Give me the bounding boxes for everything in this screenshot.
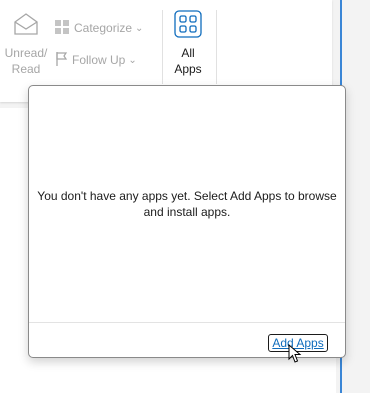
all-apps-button[interactable]: All Apps xyxy=(168,10,208,80)
unread-read-button[interactable]: Unread/ Read xyxy=(0,12,52,80)
envelope-icon xyxy=(12,13,40,40)
follow-up-label: Follow Up xyxy=(72,53,126,67)
ribbon-divider xyxy=(216,10,217,84)
apps-popup: You don't have any apps yet. Select Add … xyxy=(28,85,346,358)
categorize-label: Categorize xyxy=(74,21,133,35)
chevron-down-icon: ⌄ xyxy=(128,54,137,66)
categorize-button[interactable]: Categorize ⌄ xyxy=(54,18,143,38)
flag-icon xyxy=(54,51,72,70)
unread-read-label: Unread/ Read xyxy=(4,46,48,76)
apps-grid-icon xyxy=(174,10,202,42)
empty-apps-message: You don't have any apps yet. Select Add … xyxy=(37,189,337,219)
categorize-icon xyxy=(54,19,74,38)
follow-up-button[interactable]: Follow Up ⌄ xyxy=(54,50,137,70)
mouse-cursor-icon xyxy=(288,343,302,369)
ribbon-divider xyxy=(162,10,163,84)
popup-divider xyxy=(29,322,345,323)
all-apps-label: All Apps xyxy=(174,46,202,76)
chevron-down-icon: ⌄ xyxy=(135,22,144,34)
